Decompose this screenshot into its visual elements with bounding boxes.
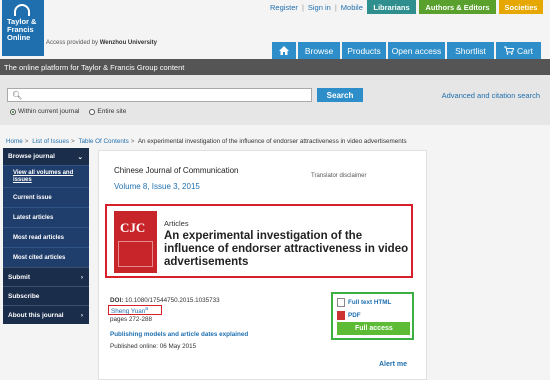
tandf-logo[interactable]: Taylor & Francis Online bbox=[2, 0, 44, 56]
published-date: Published online: 06 May 2015 bbox=[110, 343, 197, 350]
full-text-html-link[interactable]: Full text HTML bbox=[337, 298, 391, 307]
sidebar-browse-journal[interactable]: Browse journal ⌄ bbox=[3, 148, 89, 165]
sign-in-link[interactable]: Sign in bbox=[308, 3, 331, 12]
sidebar-subscribe[interactable]: Subscribe bbox=[3, 286, 89, 305]
full-access-badge: Full access bbox=[337, 322, 410, 335]
account-links: Register | Sign in | Mobile bbox=[270, 3, 363, 12]
issue-info[interactable]: Volume 8, Issue 3, 2015 bbox=[114, 182, 200, 191]
chevron-right-icon: › bbox=[80, 273, 83, 281]
breadcrumb-issues[interactable]: List of Issues bbox=[32, 138, 69, 145]
sidebar-item-latest[interactable]: Latest articles bbox=[3, 207, 89, 227]
page-range: pages 272-288 bbox=[110, 316, 153, 323]
tagline: The online platform for Taylor & Francis… bbox=[0, 59, 550, 75]
cart-icon bbox=[503, 46, 514, 55]
article-panel: Chinese Journal of Communication Volume … bbox=[98, 150, 427, 380]
search-button[interactable]: Search bbox=[317, 88, 363, 102]
alert-me-link[interactable]: Alert me bbox=[379, 361, 407, 368]
doi: DOI: 10.1080/17544750.2015.1035733 bbox=[110, 297, 220, 304]
access-options: Full text HTML PDF Full access bbox=[331, 292, 414, 340]
article-section: Articles bbox=[164, 219, 189, 228]
main-nav: Browse Products Open access Shortlist Ca… bbox=[272, 42, 541, 59]
register-link[interactable]: Register bbox=[270, 3, 298, 12]
publishing-models-link[interactable]: Publishing models and article dates expl… bbox=[110, 331, 248, 338]
chevron-right-icon: › bbox=[80, 311, 83, 319]
home-icon bbox=[279, 46, 289, 55]
authors-editors-button[interactable]: Authors & Editors bbox=[419, 0, 496, 14]
search-scope: Within current journal Entire site bbox=[10, 108, 126, 115]
sidebar-item-all-volumes[interactable]: View all volumes and issues bbox=[3, 165, 89, 187]
pdf-icon bbox=[337, 311, 345, 320]
mobile-link[interactable]: Mobile bbox=[341, 3, 363, 12]
translator-disclaimer[interactable]: Translator disclaimer bbox=[311, 173, 366, 179]
chevron-down-icon: ⌄ bbox=[77, 153, 83, 161]
radio-entire-site[interactable]: Entire site bbox=[89, 108, 126, 115]
journal-cover-image: CJC bbox=[114, 211, 157, 273]
breadcrumb-home[interactable]: Home bbox=[6, 138, 23, 145]
librarians-button[interactable]: Librarians bbox=[367, 0, 416, 14]
journal-title[interactable]: Chinese Journal of Communication bbox=[114, 166, 239, 175]
radio-current-journal[interactable]: Within current journal bbox=[10, 108, 79, 115]
brand-name: Taylor & Francis Online bbox=[7, 17, 37, 42]
author-link[interactable]: Sheng Yuana bbox=[108, 305, 162, 315]
sidebar-item-most-cited[interactable]: Most cited articles bbox=[3, 247, 89, 267]
search-icon: 🔍︎ bbox=[12, 91, 23, 100]
access-provided-by: Access provided by Wenzhou University bbox=[46, 40, 157, 46]
cart-label: Cart bbox=[516, 45, 534, 56]
home-button[interactable] bbox=[272, 42, 296, 59]
html-document-icon bbox=[337, 298, 345, 307]
sidebar-about[interactable]: About this journal › bbox=[3, 305, 89, 324]
browse-nav[interactable]: Browse bbox=[298, 42, 340, 59]
doi-link[interactable]: 10.1080/17544750.2015.1035733 bbox=[125, 297, 220, 304]
open-access-nav[interactable]: Open access bbox=[388, 42, 445, 59]
article-header: CJC Articles An experimental investigati… bbox=[105, 204, 413, 278]
search-input[interactable]: 🔍︎ bbox=[7, 88, 312, 102]
journal-sidebar: Browse journal ⌄ View all volumes and iss… bbox=[3, 148, 89, 324]
products-nav[interactable]: Products bbox=[342, 42, 386, 59]
search-area: 🔍︎ Search Within current journal Entire … bbox=[0, 75, 550, 125]
breadcrumb: Home > List of Issues > Table Of Contents >… bbox=[6, 138, 407, 145]
sidebar-item-most-read[interactable]: Most read articles bbox=[3, 227, 89, 247]
cart-nav[interactable]: Cart bbox=[496, 42, 541, 59]
radio-selected-icon bbox=[10, 108, 16, 115]
radio-unselected-icon bbox=[89, 108, 96, 115]
article-title: An experimental investigation of the inf… bbox=[164, 230, 409, 268]
sidebar-item-current-issue[interactable]: Current issue bbox=[3, 187, 89, 207]
pdf-link[interactable]: PDF bbox=[337, 311, 361, 320]
breadcrumb-current: An experimental investigation of the inf… bbox=[137, 138, 407, 145]
breadcrumb-toc[interactable]: Table Of Contents bbox=[78, 138, 128, 145]
societies-button[interactable]: Societies bbox=[499, 0, 543, 14]
sidebar-submit[interactable]: Submit › bbox=[3, 267, 89, 286]
shortlist-nav[interactable]: Shortlist bbox=[447, 42, 494, 59]
logo-arch-icon bbox=[14, 4, 30, 16]
advanced-search-link[interactable]: Advanced and citation search bbox=[442, 91, 540, 100]
